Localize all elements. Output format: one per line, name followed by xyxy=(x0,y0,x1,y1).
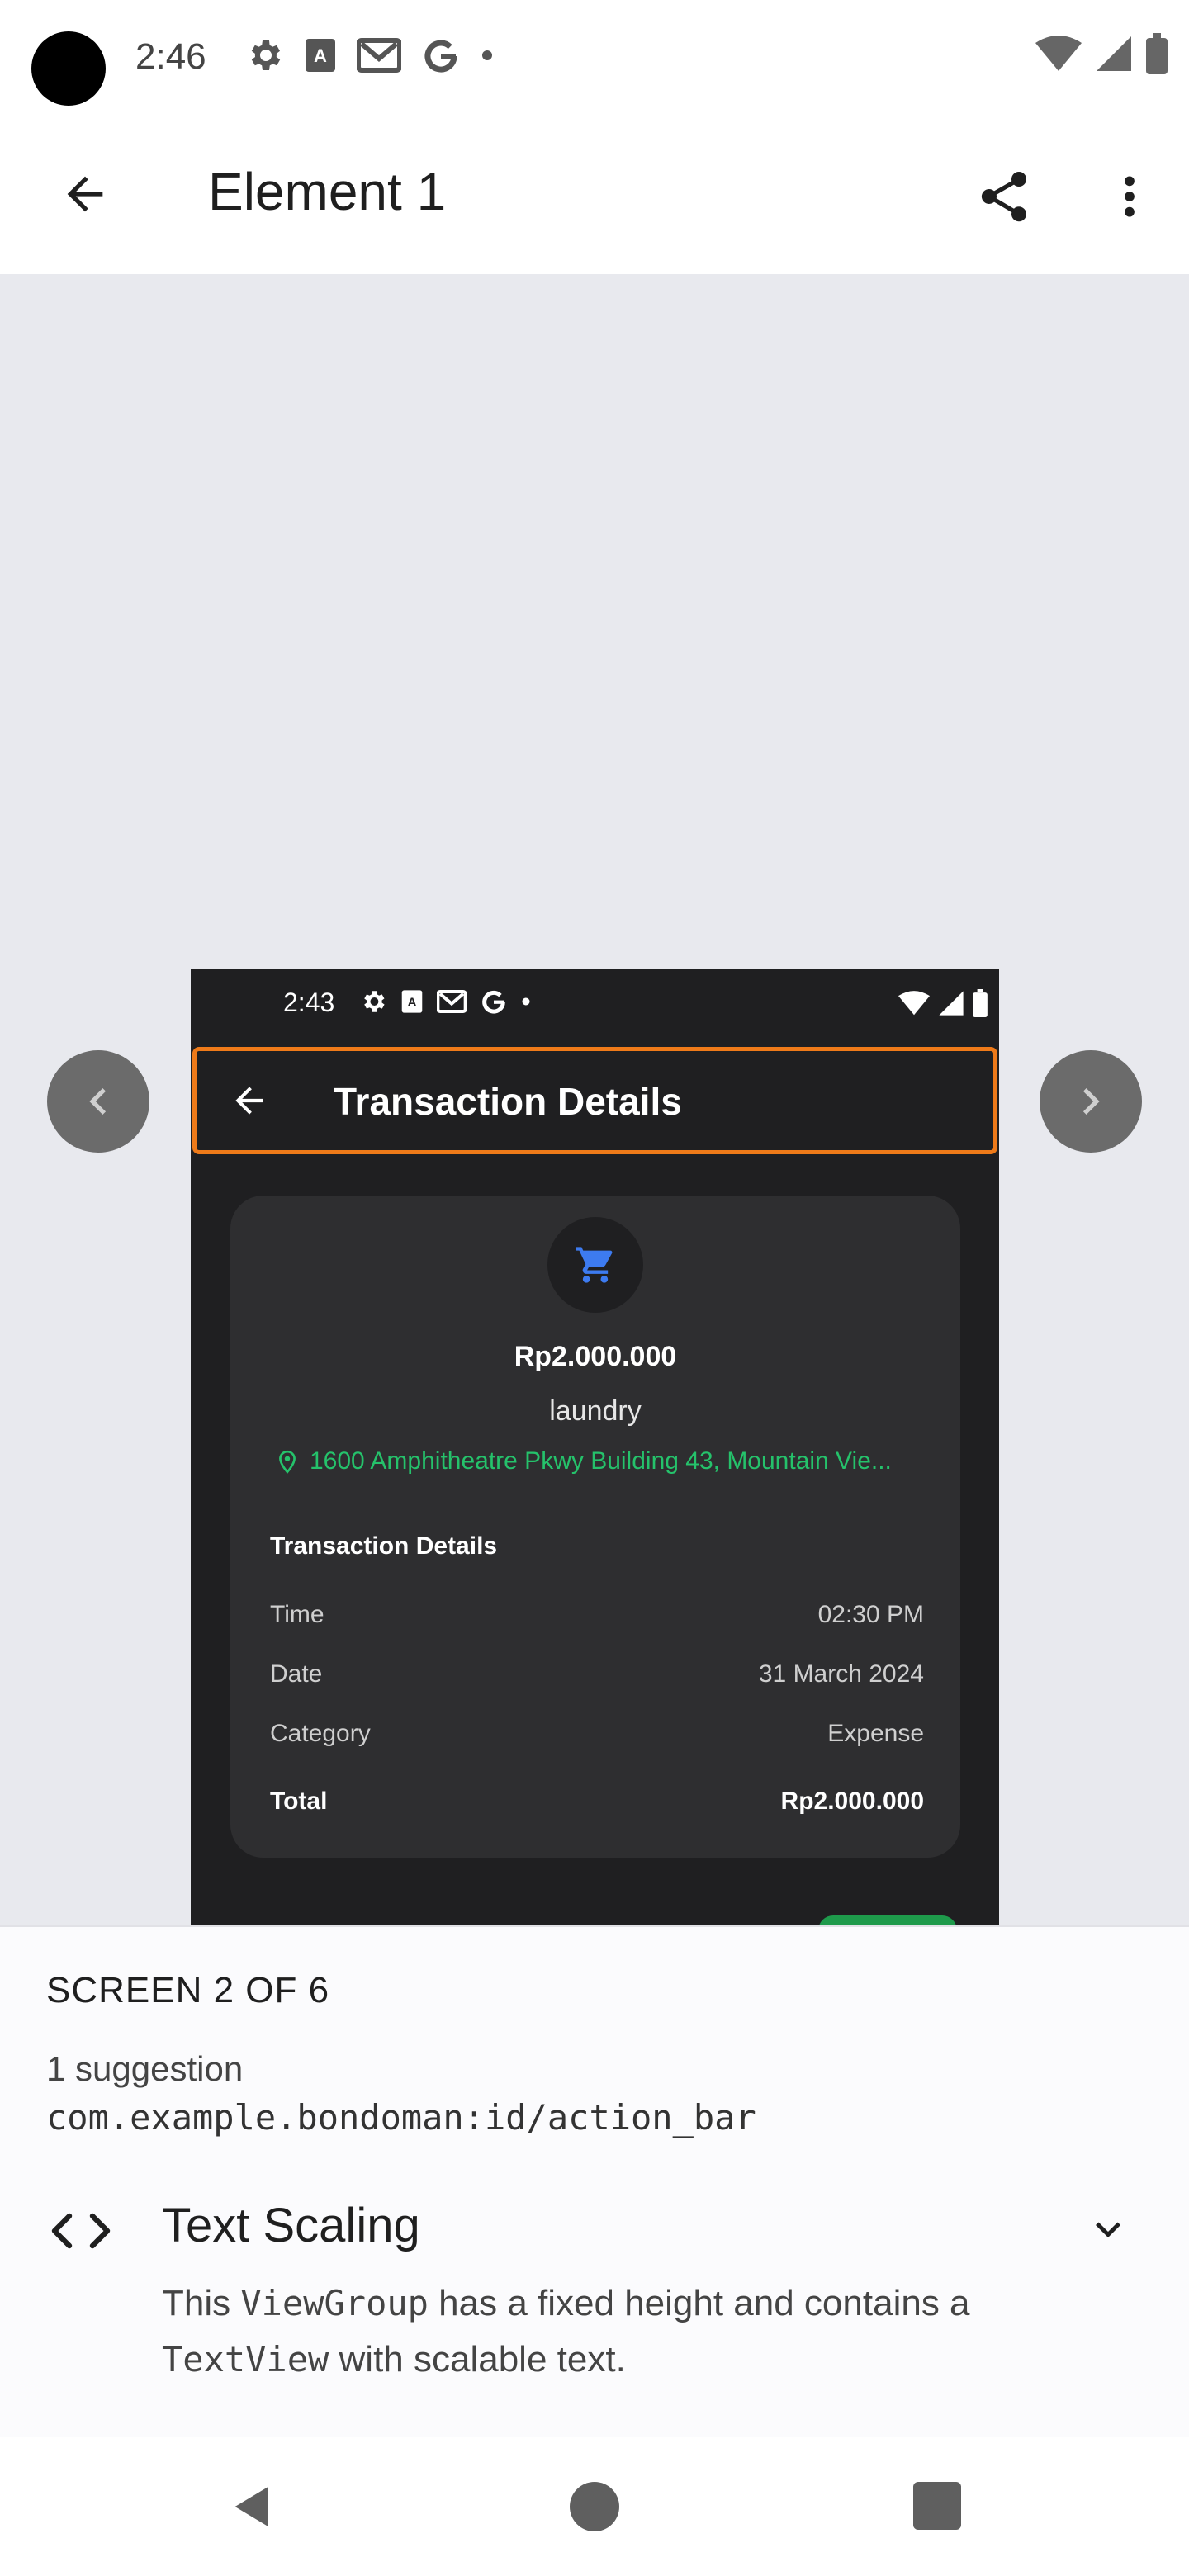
system-icons xyxy=(1035,33,1168,74)
detail-row-total: Total Rp2.000.000 xyxy=(270,1783,924,1820)
desc-code: TextView xyxy=(162,2339,329,2379)
share-button[interactable] xyxy=(964,157,1044,236)
more-vert-icon xyxy=(1125,176,1135,217)
font-icon: A xyxy=(306,39,335,72)
detail-value: 02:30 PM xyxy=(817,1601,924,1628)
google-icon xyxy=(482,990,505,1014)
transaction-name: laundry xyxy=(549,1395,642,1427)
battery-icon xyxy=(973,989,988,1017)
page-title: Element 1 xyxy=(208,162,447,221)
gmail-icon xyxy=(357,38,401,73)
back-arrow-icon xyxy=(67,176,103,212)
code-icon xyxy=(50,2200,112,2262)
screen-counter: SCREEN 2 OF 6 xyxy=(46,1970,330,2010)
preview-action-button xyxy=(818,1915,957,1925)
back-arrow-icon xyxy=(235,1087,263,1115)
desc-text: has a fixed height and contains a xyxy=(428,2283,970,2323)
status-bar: 2:46 A xyxy=(0,0,1189,116)
suggestion-count: 1 suggestion xyxy=(46,2049,244,2088)
transaction-location: 1600 Amphitheatre Pkwy Building 43, Moun… xyxy=(277,1447,937,1475)
svg-text:A: A xyxy=(408,995,417,1009)
preview-status-bar: 2:43 A xyxy=(191,969,999,1044)
nav-home-button[interactable] xyxy=(570,2482,619,2531)
detail-value: Expense xyxy=(827,1720,924,1747)
gmail-icon xyxy=(437,990,467,1013)
google-icon xyxy=(424,40,457,73)
preview-system-icons xyxy=(898,989,988,1017)
nav-back-button[interactable] xyxy=(223,2477,282,2536)
next-screen-button[interactable] xyxy=(1040,1050,1142,1153)
detail-label: Date xyxy=(270,1660,323,1688)
dot-icon xyxy=(522,997,530,1006)
desc-text: This xyxy=(162,2283,241,2323)
wifi-icon xyxy=(898,991,930,1016)
chevron-down-icon xyxy=(1096,2222,1120,2237)
expand-issue-button[interactable] xyxy=(1082,2203,1135,2256)
suggestions-sheet: SCREEN 2 OF 6 1 suggestion com.example.b… xyxy=(0,1925,1189,2437)
total-label: Total xyxy=(270,1788,328,1815)
transaction-card: Rp2.000.000 laundry 1600 Amphitheatre Pk… xyxy=(230,1196,960,1858)
detail-value: 31 March 2024 xyxy=(758,1660,924,1688)
category-avatar xyxy=(547,1217,643,1313)
dot-icon xyxy=(482,50,492,60)
detail-label: Category xyxy=(270,1720,371,1747)
status-time: 2:46 xyxy=(135,36,206,77)
preview-action-bar-title: Transaction Details xyxy=(334,1080,682,1123)
font-icon: A xyxy=(401,990,423,1013)
camera-cutout xyxy=(31,31,106,106)
signal-icon xyxy=(1097,36,1131,71)
detail-label: Time xyxy=(270,1601,324,1628)
back-button[interactable] xyxy=(48,157,122,231)
nav-recents-button[interactable] xyxy=(913,2482,961,2530)
svg-text:A: A xyxy=(314,45,327,66)
issue-description: This ViewGroup has a fixed height and co… xyxy=(162,2275,1136,2388)
chevron-right-icon xyxy=(1082,1088,1100,1115)
preview-notification-icons: A xyxy=(359,987,531,1016)
previous-screen-button[interactable] xyxy=(47,1050,149,1153)
resource-id: com.example.bondoman:id/action_bar xyxy=(46,2097,756,2138)
highlighted-action-bar[interactable]: Transaction Details xyxy=(192,1047,997,1154)
shopping-cart-icon xyxy=(576,1247,613,1283)
detail-row-time: Time 02:30 PM xyxy=(270,1597,924,1633)
notification-icons: A xyxy=(244,35,494,76)
issue-title[interactable]: Text Scaling xyxy=(162,2198,420,2253)
location-pin-icon xyxy=(279,1450,296,1474)
transaction-amount: Rp2.000.000 xyxy=(514,1341,677,1372)
location-text: 1600 Amphitheatre Pkwy Building 43, Moun… xyxy=(310,1447,892,1475)
preview-status-time: 2:43 xyxy=(283,987,335,1017)
wifi-icon xyxy=(1035,36,1082,71)
detail-row-date: Date 31 March 2024 xyxy=(270,1656,924,1693)
preview-back-button[interactable] xyxy=(225,1076,274,1125)
total-value: Rp2.000.000 xyxy=(780,1788,924,1815)
detail-row-category: Category Expense xyxy=(270,1716,924,1752)
desc-code: ViewGroup xyxy=(240,2283,429,2323)
details-section-title: Transaction Details xyxy=(270,1532,498,1560)
nav-back-icon xyxy=(234,2487,268,2526)
system-nav-bar xyxy=(0,2437,1189,2576)
battery-icon xyxy=(1146,33,1168,74)
chevron-left-icon xyxy=(89,1088,107,1115)
signal-icon xyxy=(939,991,964,1016)
settings-icon xyxy=(364,991,385,1012)
app-bar: Element 1 xyxy=(0,116,1189,274)
more-options-button[interactable] xyxy=(1090,157,1169,236)
screenshot-preview: 2:43 A Transaction Details Rp2.000.000 l… xyxy=(0,274,1189,1925)
desc-text: with scalable text. xyxy=(329,2339,626,2379)
app-screenshot: 2:43 A Transaction Details Rp2.000.000 l… xyxy=(191,969,999,1925)
share-icon xyxy=(981,172,1026,222)
settings-icon xyxy=(251,40,281,70)
